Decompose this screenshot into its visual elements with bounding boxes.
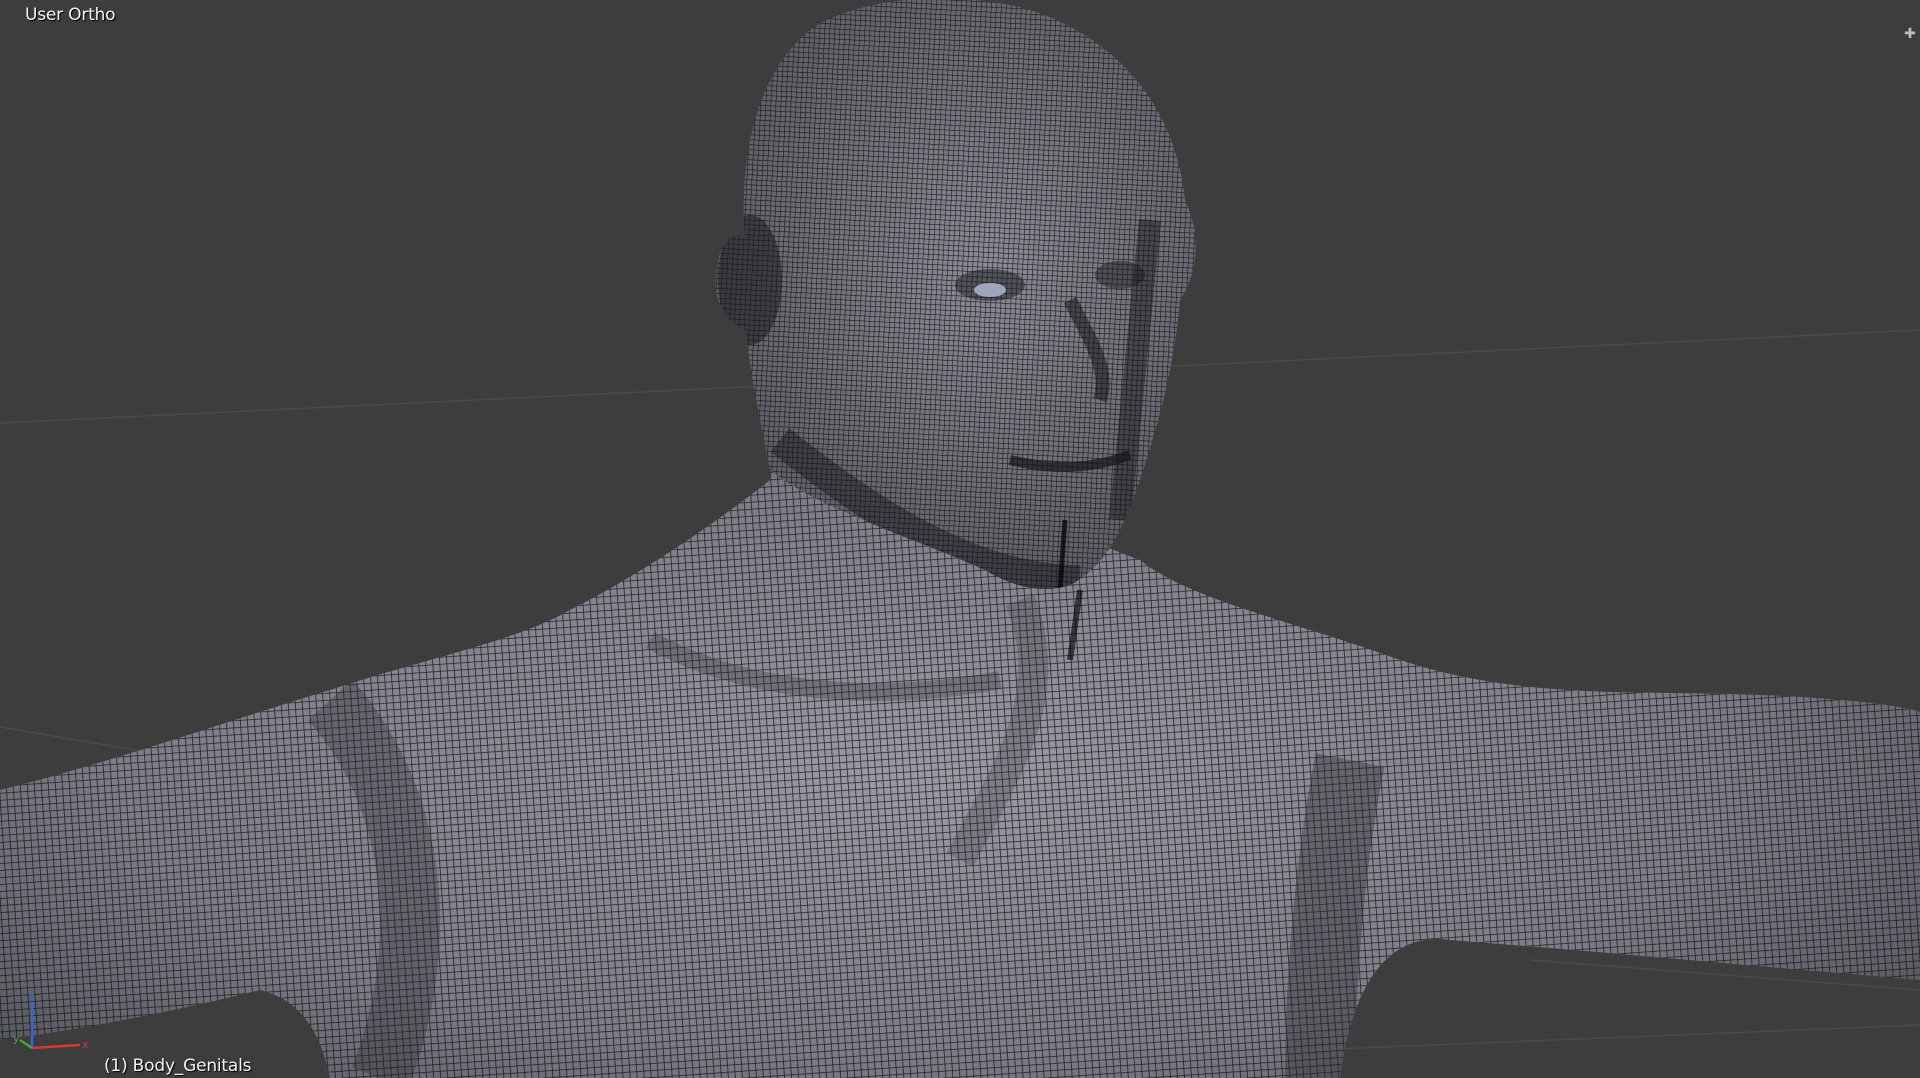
view-label: User Ortho <box>25 5 116 25</box>
svg-text:y: y <box>13 1032 20 1045</box>
axis-gizmo-icon: x z y <box>13 990 89 1051</box>
mesh-render <box>0 0 1920 1078</box>
svg-text:x: x <box>82 1038 89 1051</box>
3d-viewport[interactable]: User Ortho ✚ x z y (1) Body_Genitals <box>0 0 1920 1078</box>
active-object-label: (1) Body_Genitals <box>104 1056 252 1076</box>
svg-text:z: z <box>28 990 34 1003</box>
plus-icon[interactable]: ✚ <box>1902 26 1918 42</box>
